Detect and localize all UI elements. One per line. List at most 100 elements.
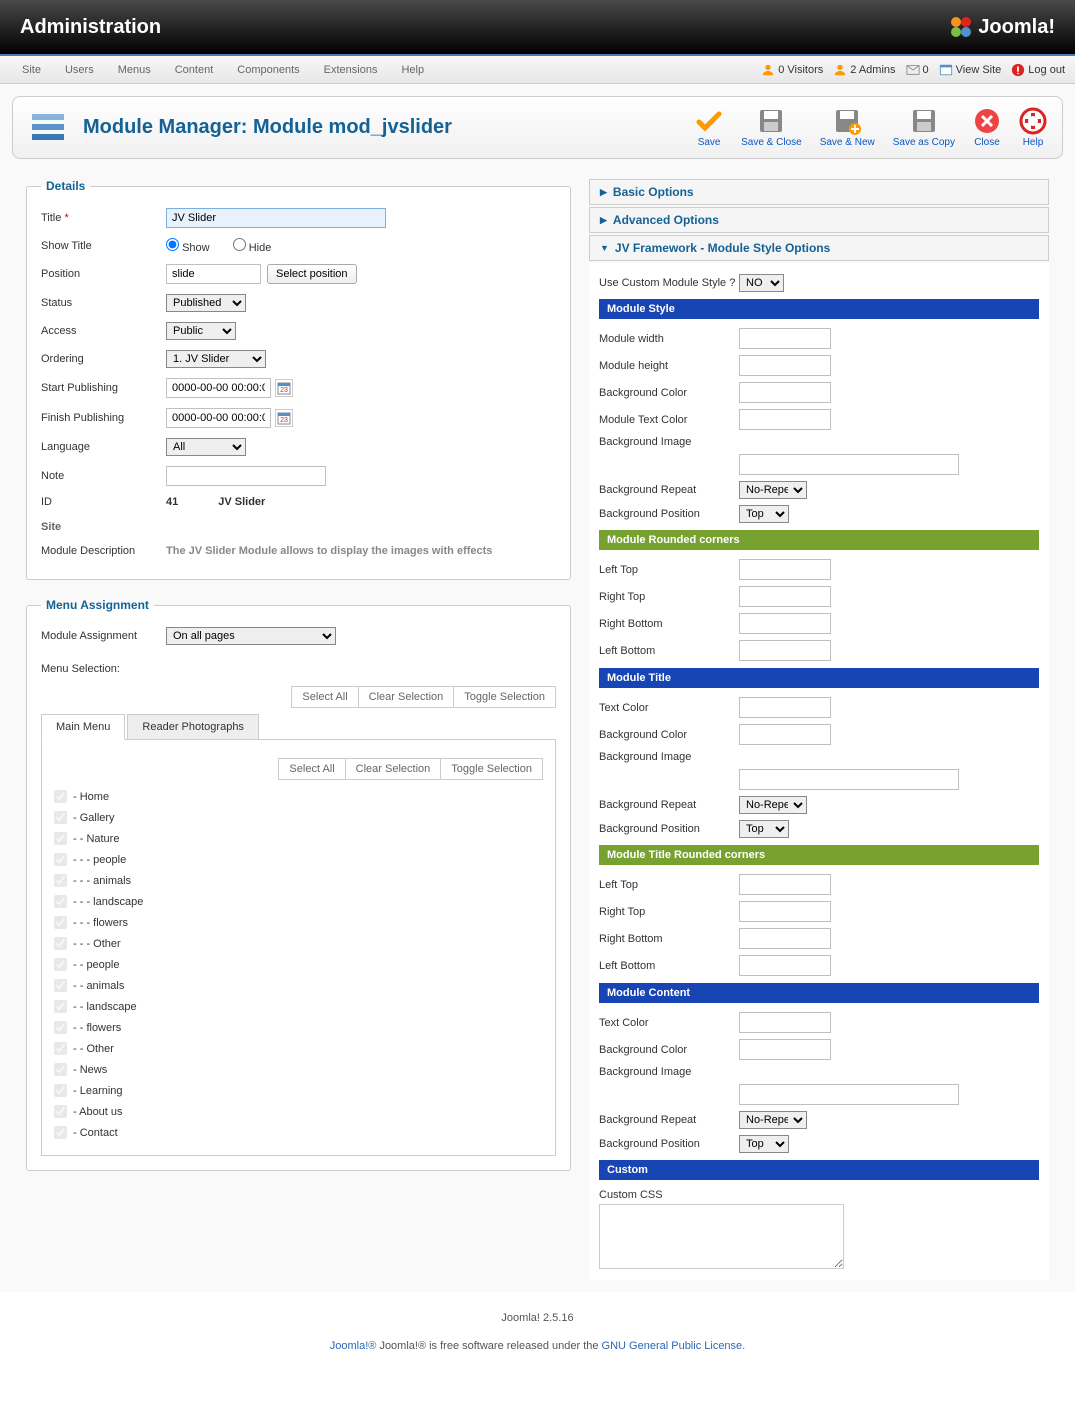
custom-css-textarea[interactable] (599, 1204, 844, 1269)
menu-item-checkbox[interactable] (54, 958, 67, 971)
title-bgrepeat-select[interactable]: No-Repeat (739, 796, 807, 814)
assign-select[interactable]: On all pages (166, 627, 336, 645)
lt-input[interactable] (739, 559, 831, 580)
showtitle-label: Show Title (41, 240, 166, 252)
startpub-input[interactable] (166, 378, 271, 398)
save-close-button[interactable]: Save & Close (741, 107, 802, 148)
mail-count[interactable]: 0 (906, 63, 929, 77)
menu-help[interactable]: Help (389, 58, 436, 82)
close-button[interactable]: Close (973, 107, 1001, 148)
menu-item-checkbox[interactable] (54, 853, 67, 866)
select-position-button[interactable]: Select position (267, 264, 357, 284)
bg-color-input[interactable] (739, 382, 831, 403)
tab-reader-photographs[interactable]: Reader Photographs (127, 714, 259, 740)
menu-item-label: - Home (73, 791, 109, 803)
title-bgrepeat-label: Background Repeat (599, 799, 739, 811)
select-all-button[interactable]: Select All (278, 758, 345, 780)
use-custom-select[interactable]: NO (739, 274, 784, 292)
menu-item: - Contact (54, 1122, 543, 1143)
rb-input[interactable] (739, 613, 831, 634)
menu-site[interactable]: Site (10, 58, 53, 82)
menu-extensions[interactable]: Extensions (312, 58, 390, 82)
menu-item-checkbox[interactable] (54, 979, 67, 992)
content-bgimage-input[interactable] (739, 1084, 959, 1105)
accordion-advanced[interactable]: ▶Advanced Options (589, 207, 1049, 233)
content-bgrepeat-select[interactable]: No-Repeat (739, 1111, 807, 1129)
menu-content[interactable]: Content (163, 58, 226, 82)
content-bgcolor-input[interactable] (739, 1039, 831, 1060)
menu-item-checkbox[interactable] (54, 832, 67, 845)
menu-item-checkbox[interactable] (54, 874, 67, 887)
status-select[interactable]: Published (166, 294, 246, 312)
title-lt-input[interactable] (739, 874, 831, 895)
details-fieldset: Details Title * Show Title Show Hide Pos… (26, 179, 571, 580)
title-textcolor-input[interactable] (739, 697, 831, 718)
hide-radio[interactable] (233, 238, 246, 251)
title-rb-input[interactable] (739, 928, 831, 949)
language-select[interactable]: All (166, 438, 246, 456)
show-radio[interactable] (166, 238, 179, 251)
finishpub-input[interactable] (166, 408, 271, 428)
menu-item-checkbox[interactable] (54, 937, 67, 950)
mod-height-input[interactable] (739, 355, 831, 376)
help-button[interactable]: Help (1019, 107, 1047, 148)
select-all-button[interactable]: Select All (291, 686, 358, 708)
bg-pos-select[interactable]: Top (739, 505, 789, 523)
lb-input[interactable] (739, 640, 831, 661)
tab-main-menu[interactable]: Main Menu (41, 714, 125, 740)
gpl-link[interactable]: GNU General Public License. (602, 1340, 746, 1352)
logout-link[interactable]: Log out (1011, 63, 1065, 77)
menu-item-checkbox[interactable] (54, 1063, 67, 1076)
menu-item-checkbox[interactable] (54, 811, 67, 824)
menu-item-checkbox[interactable] (54, 1105, 67, 1118)
content-textcolor-input[interactable] (739, 1012, 831, 1033)
title-bgimage-input[interactable] (739, 769, 959, 790)
note-input[interactable] (166, 466, 326, 486)
clear-selection-button[interactable]: Clear Selection (358, 686, 455, 708)
ordering-select[interactable]: 1. JV Slider (166, 350, 266, 368)
menu-item-label: - - Nature (73, 833, 119, 845)
framework-panel: Use Custom Module Style ?NO Module Style… (589, 263, 1049, 1280)
accordion-framework[interactable]: ▼JV Framework - Module Style Options (589, 235, 1049, 261)
menu-item: - - Nature (54, 828, 543, 849)
menu-item-checkbox[interactable] (54, 895, 67, 908)
menu-item-checkbox[interactable] (54, 1000, 67, 1013)
clear-selection-button[interactable]: Clear Selection (345, 758, 442, 780)
title-bgpos-select[interactable]: Top (739, 820, 789, 838)
save-copy-button[interactable]: Save as Copy (893, 107, 955, 148)
toggle-selection-button[interactable]: Toggle Selection (453, 686, 556, 708)
calendar-icon[interactable]: 23 (275, 379, 293, 397)
title-rt-input[interactable] (739, 901, 831, 922)
content-bgpos-select[interactable]: Top (739, 1135, 789, 1153)
title-lb-input[interactable] (739, 955, 831, 976)
menu-item-checkbox[interactable] (54, 790, 67, 803)
menu-item-checkbox[interactable] (54, 1084, 67, 1097)
viewsite-link[interactable]: View Site (939, 63, 1002, 77)
accordion-basic[interactable]: ▶Basic Options (589, 179, 1049, 205)
joomla-link[interactable]: Joomla!® (330, 1340, 377, 1352)
toggle-selection-button[interactable]: Toggle Selection (440, 758, 543, 780)
title-input[interactable] (166, 208, 386, 228)
menu-item-checkbox[interactable] (54, 1021, 67, 1034)
title-bgcolor-input[interactable] (739, 724, 831, 745)
access-select[interactable]: Public (166, 322, 236, 340)
mod-textcolor-input[interactable] (739, 409, 831, 430)
menu-item-checkbox[interactable] (54, 1126, 67, 1139)
rt-input[interactable] (739, 586, 831, 607)
bg-image-input[interactable] (739, 454, 959, 475)
menu-item-checkbox[interactable] (54, 1042, 67, 1055)
details-legend: Details (41, 179, 90, 193)
save-button[interactable]: Save (695, 107, 723, 148)
menu-components[interactable]: Components (225, 58, 311, 82)
menu-users[interactable]: Users (53, 58, 106, 82)
bg-repeat-select[interactable]: No-Repeat (739, 481, 807, 499)
disk-plus-icon (833, 107, 861, 135)
save-new-button[interactable]: Save & New (820, 107, 875, 148)
position-input[interactable] (166, 264, 261, 284)
mod-width-input[interactable] (739, 328, 831, 349)
menu-menus[interactable]: Menus (106, 58, 163, 82)
menu-item-checkbox[interactable] (54, 916, 67, 929)
menu-item-label: - Contact (73, 1127, 118, 1139)
calendar-icon[interactable]: 23 (275, 409, 293, 427)
menu-item: - Learning (54, 1080, 543, 1101)
